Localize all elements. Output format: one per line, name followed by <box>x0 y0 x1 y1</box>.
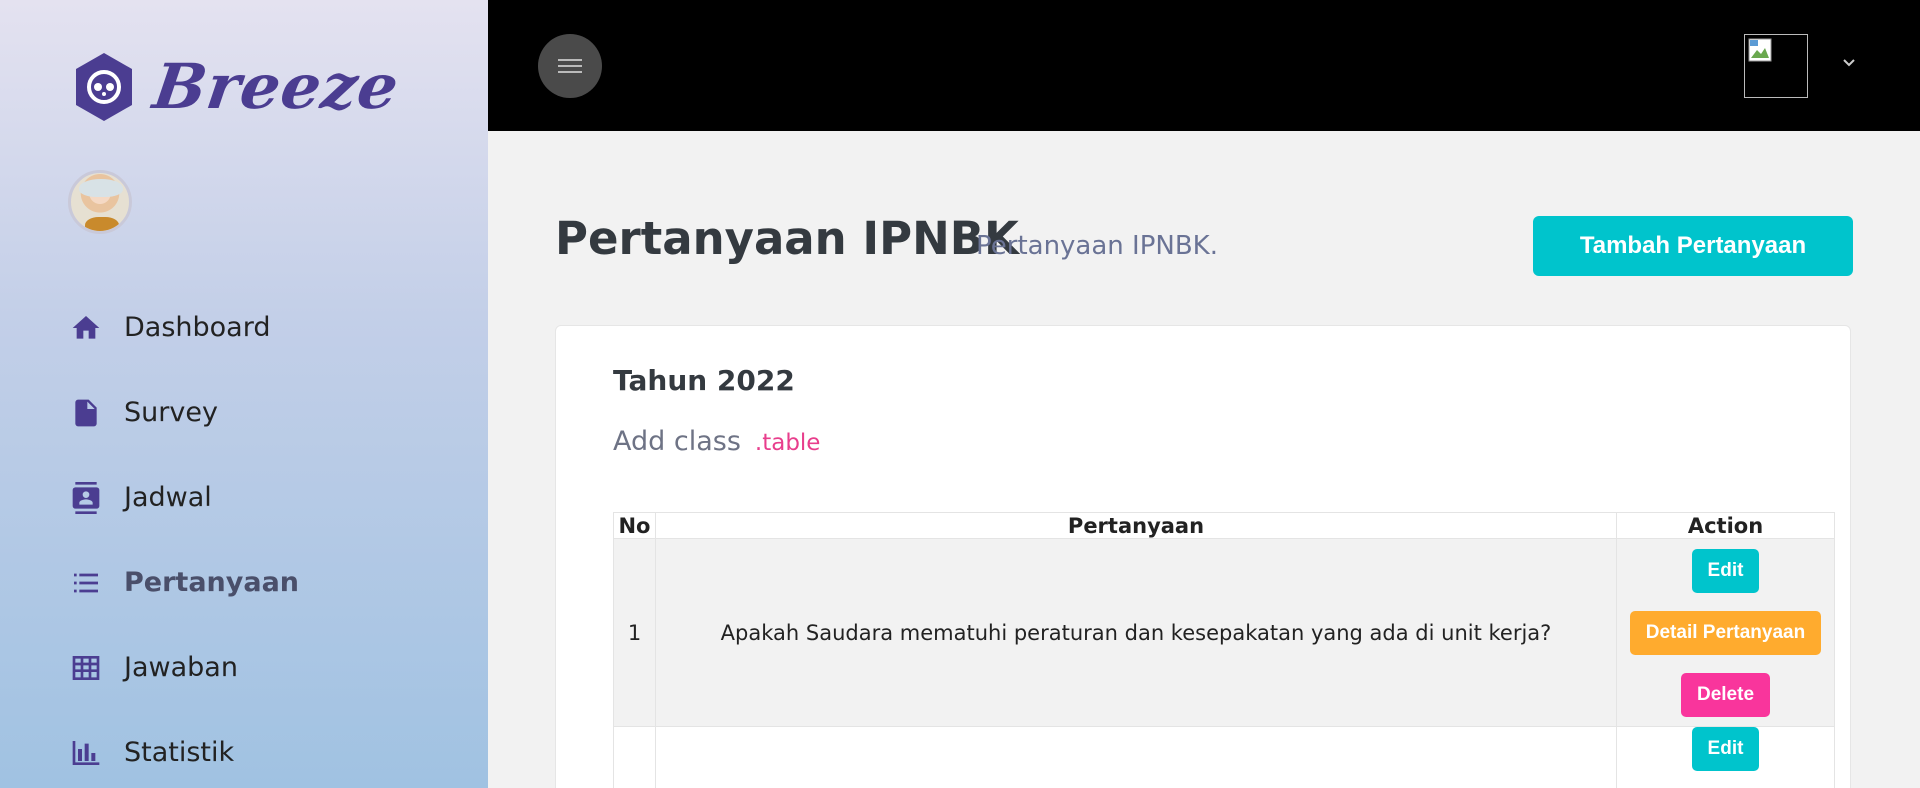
sidebar-item-label: Jadwal <box>124 482 212 513</box>
card-description: Add class .table <box>613 426 820 457</box>
column-header-no: No <box>613 512 656 539</box>
hamburger-icon <box>558 59 582 73</box>
column-header-action: Action <box>1616 512 1835 539</box>
menu-toggle-button[interactable] <box>538 34 602 98</box>
sidebar-item-survey[interactable]: Survey <box>68 370 299 455</box>
row-question <box>655 726 1617 788</box>
add-question-button[interactable]: Tambah Pertanyaan <box>1533 216 1853 276</box>
sidebar-nav: Dashboard Survey Jadwal Pertanyaan Jawab… <box>68 285 299 788</box>
avatar[interactable] <box>68 170 132 234</box>
row-number <box>613 726 656 788</box>
contact-book-icon <box>68 480 104 516</box>
edit-button[interactable]: Edit <box>1691 548 1760 593</box>
row-actions: Edit Detail Pertanyaan Delete <box>1616 538 1835 727</box>
grid-table-icon <box>68 650 104 686</box>
sidebar-item-dashboard[interactable]: Dashboard <box>68 285 299 370</box>
list-icon <box>68 565 104 601</box>
page-title: Pertanyaan IPNBK <box>555 212 1019 265</box>
sidebar: Breeze Dashboard Survey Jadwal Pertanyaa… <box>0 0 488 788</box>
sidebar-item-jadwal[interactable]: Jadwal <box>68 455 299 540</box>
row-question: Apakah Saudara mematuhi peraturan dan ke… <box>655 538 1617 727</box>
questions-table: No Pertanyaan Action 1 Apakah Saudara me… <box>613 512 1835 788</box>
broken-image-icon <box>1748 38 1772 62</box>
card-description-code: .table <box>754 430 821 456</box>
sidebar-item-pertanyaan[interactable]: Pertanyaan <box>68 540 299 625</box>
column-header-question: Pertanyaan <box>655 512 1617 539</box>
questions-card: Tahun 2022 Add class .table No Pertanyaan… <box>555 325 1851 788</box>
table-row: 1 Apakah Saudara mematuhi peraturan dan … <box>613 538 1835 727</box>
sidebar-item-label: Statistik <box>124 737 235 768</box>
table-header-row: No Pertanyaan Action <box>613 512 1835 539</box>
row-number: 1 <box>613 538 656 727</box>
page-subtitle: Pertanyaan IPNBK. <box>976 231 1218 261</box>
sidebar-item-jawaban[interactable]: Jawaban <box>68 625 299 710</box>
brand[interactable]: Breeze <box>72 50 404 123</box>
table-row: Edit <box>613 726 1835 788</box>
brand-name: Breeze <box>148 50 404 123</box>
card-title: Tahun 2022 <box>613 364 795 397</box>
sidebar-item-label: Pertanyaan <box>124 567 300 598</box>
card-description-text: Add class <box>613 426 741 457</box>
chevron-down-icon[interactable] <box>1840 54 1858 72</box>
row-actions: Edit <box>1616 726 1835 788</box>
delete-button[interactable]: Delete <box>1680 672 1771 717</box>
topbar <box>488 0 1920 131</box>
sidebar-item-label: Jawaban <box>124 652 238 683</box>
sidebar-item-statistik[interactable]: Statistik <box>68 710 299 788</box>
detail-question-button[interactable]: Detail Pertanyaan <box>1629 610 1822 655</box>
sidebar-item-label: Dashboard <box>124 312 271 343</box>
document-icon <box>68 395 104 431</box>
bar-chart-icon <box>68 735 104 771</box>
breeze-logo-icon <box>76 52 132 121</box>
home-icon <box>68 310 104 346</box>
sidebar-item-label: Survey <box>124 397 218 428</box>
user-avatar-image[interactable] <box>1744 34 1808 98</box>
edit-button[interactable]: Edit <box>1691 727 1760 771</box>
